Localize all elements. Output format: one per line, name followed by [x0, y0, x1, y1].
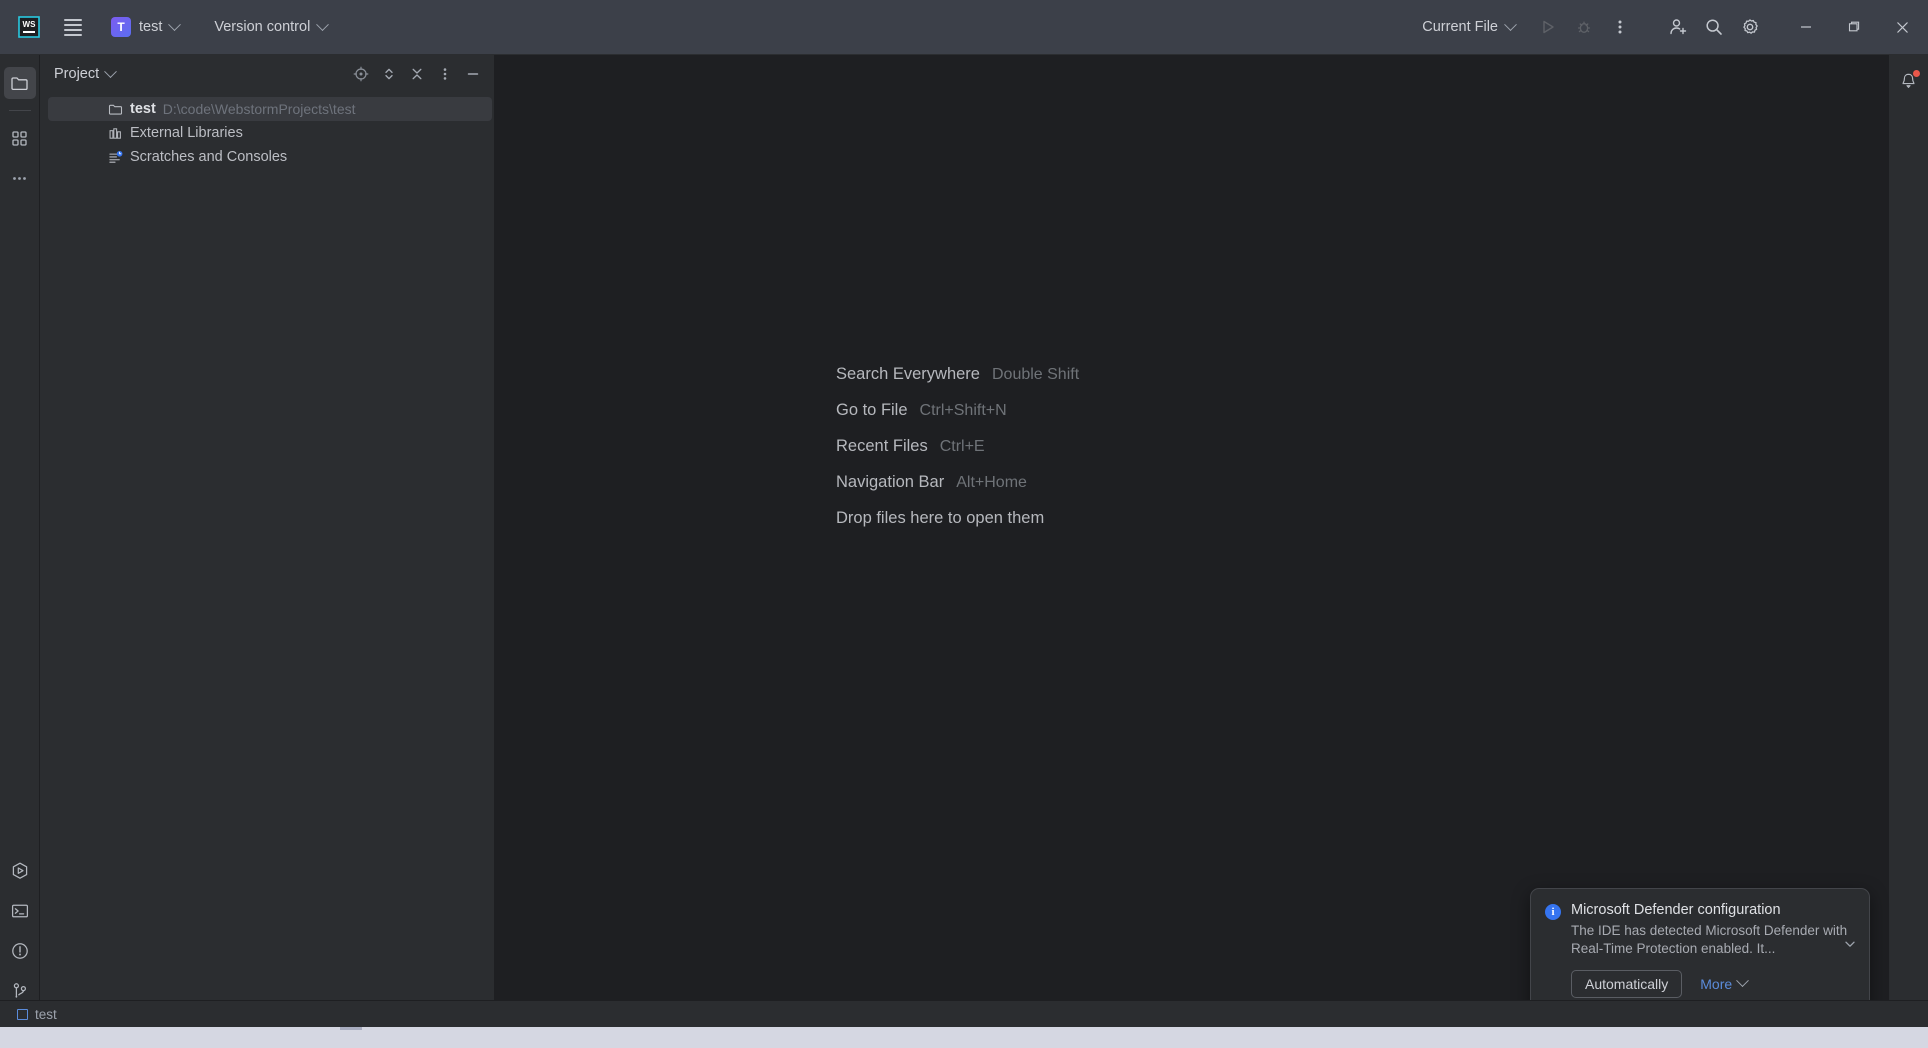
minimize-button[interactable] — [1782, 0, 1830, 54]
editor-welcome-hints: Search Everywhere Double Shift Go to Fil… — [836, 365, 1079, 545]
chevron-down-icon — [168, 17, 182, 31]
chevron-down-icon — [1736, 974, 1750, 988]
webstorm-window: WS T test Version control Current File P… — [0, 0, 1928, 1048]
notifications-button[interactable] — [1893, 65, 1925, 97]
sidebar-item-problems[interactable] — [4, 935, 36, 967]
folder-icon — [108, 102, 123, 117]
sidebar-item-terminal[interactable] — [4, 895, 36, 927]
left-tool-rail — [0, 55, 40, 1021]
status-bar-project-label: test — [35, 1006, 57, 1022]
tree-node-path: D:\code\WebstormProjects\test — [162, 101, 356, 117]
notification-automatically-button[interactable]: Automatically — [1571, 969, 1683, 998]
notification-collapse-button[interactable] — [1843, 937, 1857, 956]
hint-label: Drop files here to open them — [836, 509, 1045, 527]
taskbar-indicator — [340, 1027, 362, 1030]
tree-node-external-libraries[interactable]: External Libraries — [40, 121, 494, 145]
status-bar: test — [0, 1000, 1928, 1027]
scratches-icon — [108, 150, 123, 165]
project-avatar: T — [111, 17, 131, 37]
sidebar-item-run[interactable] — [4, 855, 36, 887]
hint-label: Recent Files — [836, 437, 928, 455]
chevron-down-icon — [316, 17, 330, 31]
more-actions-button[interactable] — [1602, 9, 1638, 45]
expand-all-button[interactable] — [376, 61, 402, 87]
hint-shortcut: Double Shift — [991, 366, 1080, 383]
title-bar: WS T test Version control Current File — [0, 0, 1928, 55]
info-icon: i — [1545, 904, 1561, 920]
hint-recent-files[interactable]: Recent Files Ctrl+E — [836, 437, 1079, 473]
library-icon — [108, 126, 123, 141]
debug-button[interactable] — [1566, 9, 1602, 45]
notification-badge-dot — [1911, 69, 1921, 78]
hint-shortcut: Ctrl+E — [939, 438, 985, 455]
notification-title: Microsoft Defender configuration — [1571, 902, 1781, 918]
run-button[interactable] — [1530, 9, 1566, 45]
project-tree: test D:\code\WebstormProjects\test Exter… — [40, 93, 494, 1021]
project-square-icon — [17, 1008, 28, 1020]
chevron-down-icon — [104, 64, 118, 78]
os-taskbar — [0, 1027, 1928, 1048]
version-control-label: Version control — [214, 19, 311, 35]
collapse-all-button[interactable] — [404, 61, 430, 87]
sidebar-item-commit[interactable] — [4, 122, 36, 154]
hint-go-to-file[interactable]: Go to File Ctrl+Shift+N — [836, 401, 1079, 437]
search-everywhere-button[interactable] — [1696, 9, 1732, 45]
notification-content: Microsoft Defender configuration The IDE… — [1571, 902, 1855, 998]
webstorm-logo-icon: WS — [16, 14, 42, 40]
hamburger-icon — [64, 16, 82, 39]
notification-actions: Automatically More — [1571, 969, 1855, 998]
right-tool-rail — [1888, 55, 1928, 1021]
svg-text:WS: WS — [23, 20, 37, 29]
hint-label: Search Everywhere — [836, 365, 980, 383]
title-bar-left: WS T test Version control — [0, 0, 336, 54]
hint-shortcut: Alt+Home — [956, 474, 1027, 491]
sidebar-item-more-tool-windows[interactable] — [4, 162, 36, 194]
project-panel-title-button[interactable]: Project — [54, 64, 118, 82]
project-name-label: test — [139, 19, 163, 35]
close-button[interactable] — [1878, 0, 1926, 54]
project-panel-header: Project — [40, 55, 494, 93]
run-configuration-label: Current File — [1422, 19, 1498, 35]
project-panel-title: Project — [54, 66, 100, 82]
version-control-widget[interactable]: Version control — [205, 14, 336, 40]
hint-label: Go to File — [836, 401, 908, 419]
left-rail-top-group — [0, 55, 39, 198]
settings-button[interactable] — [1732, 9, 1768, 45]
rail-divider — [8, 110, 31, 111]
left-rail-bottom-group — [0, 851, 39, 1021]
project-options-button[interactable] — [432, 61, 458, 87]
notification-body: The IDE has detected Microsoft Defender … — [1571, 923, 1848, 956]
notification-more-label: More — [1700, 975, 1733, 992]
tree-node-scratches-and-consoles[interactable]: Scratches and Consoles — [40, 145, 494, 169]
notification-more-link[interactable]: More — [1700, 974, 1750, 992]
hint-label: Navigation Bar — [836, 473, 945, 491]
hint-navigation-bar[interactable]: Navigation Bar Alt+Home — [836, 473, 1079, 509]
project-panel-actions — [348, 61, 486, 87]
maximize-button[interactable] — [1830, 0, 1878, 54]
hide-panel-button[interactable] — [460, 61, 486, 87]
hint-search-everywhere[interactable]: Search Everywhere Double Shift — [836, 365, 1079, 401]
tree-node-test[interactable]: test D:\code\WebstormProjects\test — [48, 97, 492, 121]
status-bar-project-widget[interactable]: test — [12, 1005, 62, 1024]
tree-node-label: test — [130, 101, 156, 117]
hint-shortcut: Ctrl+Shift+N — [919, 402, 1007, 419]
select-opened-file-button[interactable] — [348, 61, 374, 87]
tree-node-label: External Libraries — [130, 125, 243, 141]
notification-balloon: i Microsoft Defender configuration The I… — [1530, 888, 1870, 1012]
main-menu-button[interactable] — [56, 10, 90, 44]
project-widget[interactable]: T test — [106, 13, 187, 41]
project-tool-window: Project test D:\code\WebstormProjects\te… — [40, 55, 495, 1021]
tree-node-label: Scratches and Consoles — [130, 149, 288, 165]
title-bar-right: Current File — [1413, 0, 1928, 54]
run-configuration-selector[interactable]: Current File — [1413, 14, 1524, 40]
sidebar-item-project[interactable] — [3, 67, 36, 99]
editor-empty-area: Search Everywhere Double Shift Go to Fil… — [496, 55, 1888, 1021]
hint-drop-files: Drop files here to open them — [836, 509, 1079, 545]
account-button[interactable] — [1660, 9, 1696, 45]
chevron-down-icon — [1504, 17, 1517, 31]
